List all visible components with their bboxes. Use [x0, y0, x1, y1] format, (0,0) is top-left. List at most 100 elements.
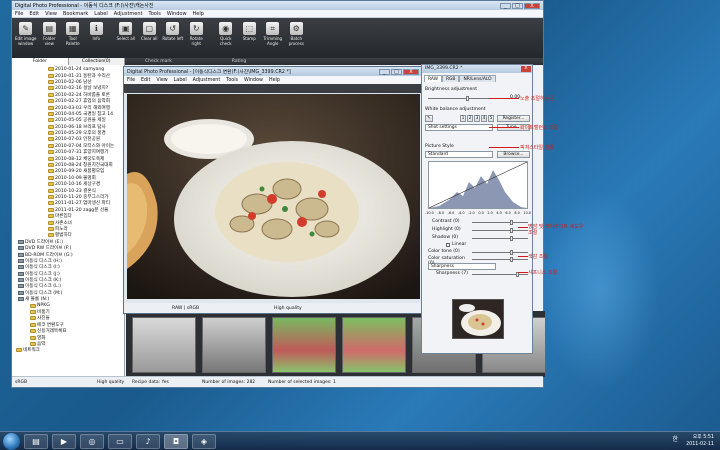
palette-icon: ▦ [66, 22, 80, 35]
edit-menu-view[interactable]: View [156, 78, 167, 83]
edit-minimize-button[interactable]: _ [379, 68, 390, 75]
rotate-left-button[interactable]: ↺ Rotate left [161, 22, 185, 41]
color-saturation-slider[interactable] [472, 257, 528, 262]
wb-preset-4[interactable]: 4 [481, 115, 487, 122]
minimize-button[interactable]: _ [500, 2, 511, 9]
sharpness-slider[interactable] [472, 272, 528, 277]
rating-filter[interactable]: Rating [232, 59, 247, 64]
tone-curve-histogram[interactable] [428, 161, 528, 209]
edit-menu-adjustment[interactable]: Adjustment [193, 78, 221, 83]
wb-preset-2[interactable]: 2 [467, 115, 473, 122]
trimming-angle-button[interactable]: ⌗ Trimming Angle [261, 22, 285, 46]
edit-close-button[interactable]: X [403, 68, 419, 75]
tab-raw[interactable]: RAW [424, 75, 442, 82]
folder-icon[interactable]: ▤ [24, 433, 48, 449]
tab-collection[interactable]: Collection(0) [69, 58, 125, 65]
clock-date[interactable]: 2011-02-11 [686, 441, 714, 448]
tree-label: 신용거래목록표 [37, 329, 67, 335]
edit-menu-edit[interactable]: Edit [141, 78, 150, 83]
tree-label: 이동식 디스크 (I:) [25, 265, 60, 271]
menu-window[interactable]: Window [167, 11, 187, 17]
menu-view[interactable]: View [45, 11, 57, 17]
clear-all-button[interactable]: ▢ Clear all [138, 22, 162, 41]
tab-folder[interactable]: Folder [12, 58, 69, 65]
quick-check-button[interactable]: ◉ Quick check [214, 22, 238, 46]
folder-icon [48, 105, 54, 110]
eyedropper-button[interactable]: ✎ [425, 115, 433, 122]
tree-folder[interactable]: 네트워크 [14, 347, 124, 353]
thumbnail[interactable] [202, 317, 266, 373]
thumbnail[interactable] [342, 317, 406, 373]
tree-label: NPKG [37, 303, 50, 309]
menu-tools[interactable]: Tools [149, 11, 161, 17]
menu-help[interactable]: Help [193, 11, 204, 17]
tab-nr-lens-alo[interactable]: NR/Lens/ALO [459, 75, 496, 82]
edit-menu-window[interactable]: Window [244, 78, 263, 83]
edit-menu-bar: File Edit View Label Adjustment Tools Wi… [124, 76, 422, 84]
wb-preset-5[interactable]: 5 [488, 115, 494, 122]
white-balance-select[interactable]: Shot settings [425, 124, 493, 131]
register-button[interactable]: Register... [497, 115, 530, 122]
brightness-knob[interactable] [466, 96, 469, 101]
rotate-right-button[interactable]: ↻ Rotate right [185, 22, 209, 46]
media-icon[interactable]: ▶ [52, 433, 76, 449]
info-button[interactable]: ℹ Info [85, 22, 109, 41]
window-icon[interactable]: ▭ [108, 433, 132, 449]
shadow-slider[interactable] [472, 236, 528, 241]
main-title-bar[interactable]: Digital Photo Professional - 이동식 디스크 (F:… [12, 1, 543, 10]
clock-time[interactable]: 오후 5:51 [686, 434, 714, 441]
highlight-slider[interactable] [472, 228, 528, 233]
tab-rgb[interactable]: RGB [441, 75, 460, 82]
folder-icon [48, 79, 54, 84]
tree-label: DVD 드라이브 (E:) [25, 239, 63, 245]
color-tone-slider[interactable] [472, 250, 528, 255]
linear-checkbox-row[interactable]: Linear [446, 242, 486, 247]
picture-style-select[interactable]: Standard [425, 151, 493, 158]
menu-bookmark[interactable]: Bookmark [63, 11, 88, 17]
edit-image-window-button[interactable]: ✎ Edit image window [14, 22, 38, 46]
close-button[interactable]: X [524, 2, 540, 9]
camera-icon[interactable]: ◘ [164, 433, 188, 449]
edit-maximize-button[interactable]: □ [391, 68, 402, 75]
tool-palette-button[interactable]: ▦ Tool Palette [61, 22, 85, 46]
edit-window-title-bar[interactable]: Digital Photo Professional - [이동식디스크 변환(… [124, 67, 422, 76]
browse-button[interactable]: Browse... [497, 151, 530, 158]
start-button[interactable] [3, 432, 20, 450]
tree-label: 2010-08-12 체당도축제 [55, 156, 105, 162]
sharpness-mode-select[interactable]: Sharpness [428, 263, 496, 270]
tool-palette-title-bar[interactable]: IMG_3399.CR2 * X [422, 65, 532, 73]
edit-menu-tools[interactable]: Tools [226, 78, 238, 83]
contrast-slider[interactable] [472, 220, 528, 225]
dpp-icon[interactable]: ◈ [192, 433, 216, 449]
stamp-button[interactable]: ⬚ Stamp [238, 22, 262, 41]
tool-palette-close-button[interactable]: X [521, 66, 531, 72]
menu-file[interactable]: File [15, 11, 23, 17]
main-photo[interactable] [127, 94, 420, 299]
maximize-button[interactable]: □ [512, 2, 523, 9]
thumbnail[interactable] [132, 317, 196, 373]
navigator-preview[interactable] [452, 299, 504, 339]
select-all-button[interactable]: ▣ Select all [114, 22, 138, 41]
itunes-icon[interactable]: ♪ [136, 433, 160, 449]
check-mark-filter[interactable]: Check mark [145, 59, 172, 64]
batch-process-button[interactable]: ⚙ Batch process [285, 22, 309, 46]
thumbnail[interactable] [272, 317, 336, 373]
menu-edit[interactable]: Edit [29, 11, 39, 17]
linear-checkbox[interactable] [446, 242, 450, 247]
folder-icon [48, 92, 54, 97]
status-quality: High quality [97, 379, 125, 385]
wb-preset-1[interactable]: 1 [460, 115, 466, 122]
tree-label: 2010-02-24 하바롭플 토론 [55, 92, 110, 98]
wb-preset-3[interactable]: 3 [474, 115, 480, 122]
edit-status-quality: High quality [274, 305, 302, 311]
taskbar: ▤ ▶ ◎ ▭ ♪ ◘ ◈ 한 오후 5:51 2011-02-11 [0, 431, 720, 450]
edit-menu-label[interactable]: Label [174, 78, 187, 83]
edit-menu-help[interactable]: Help [269, 78, 280, 83]
menu-label[interactable]: Label [94, 11, 108, 17]
folder-view-button[interactable]: ▤ Folder view [38, 22, 62, 46]
menu-adjustment[interactable]: Adjustment [114, 11, 143, 17]
tree-label: 에코 변환도구 [37, 322, 64, 328]
ime-indicator[interactable]: 한 [672, 436, 678, 443]
edit-menu-file[interactable]: File [127, 78, 135, 83]
chrome-icon[interactable]: ◎ [80, 433, 104, 449]
